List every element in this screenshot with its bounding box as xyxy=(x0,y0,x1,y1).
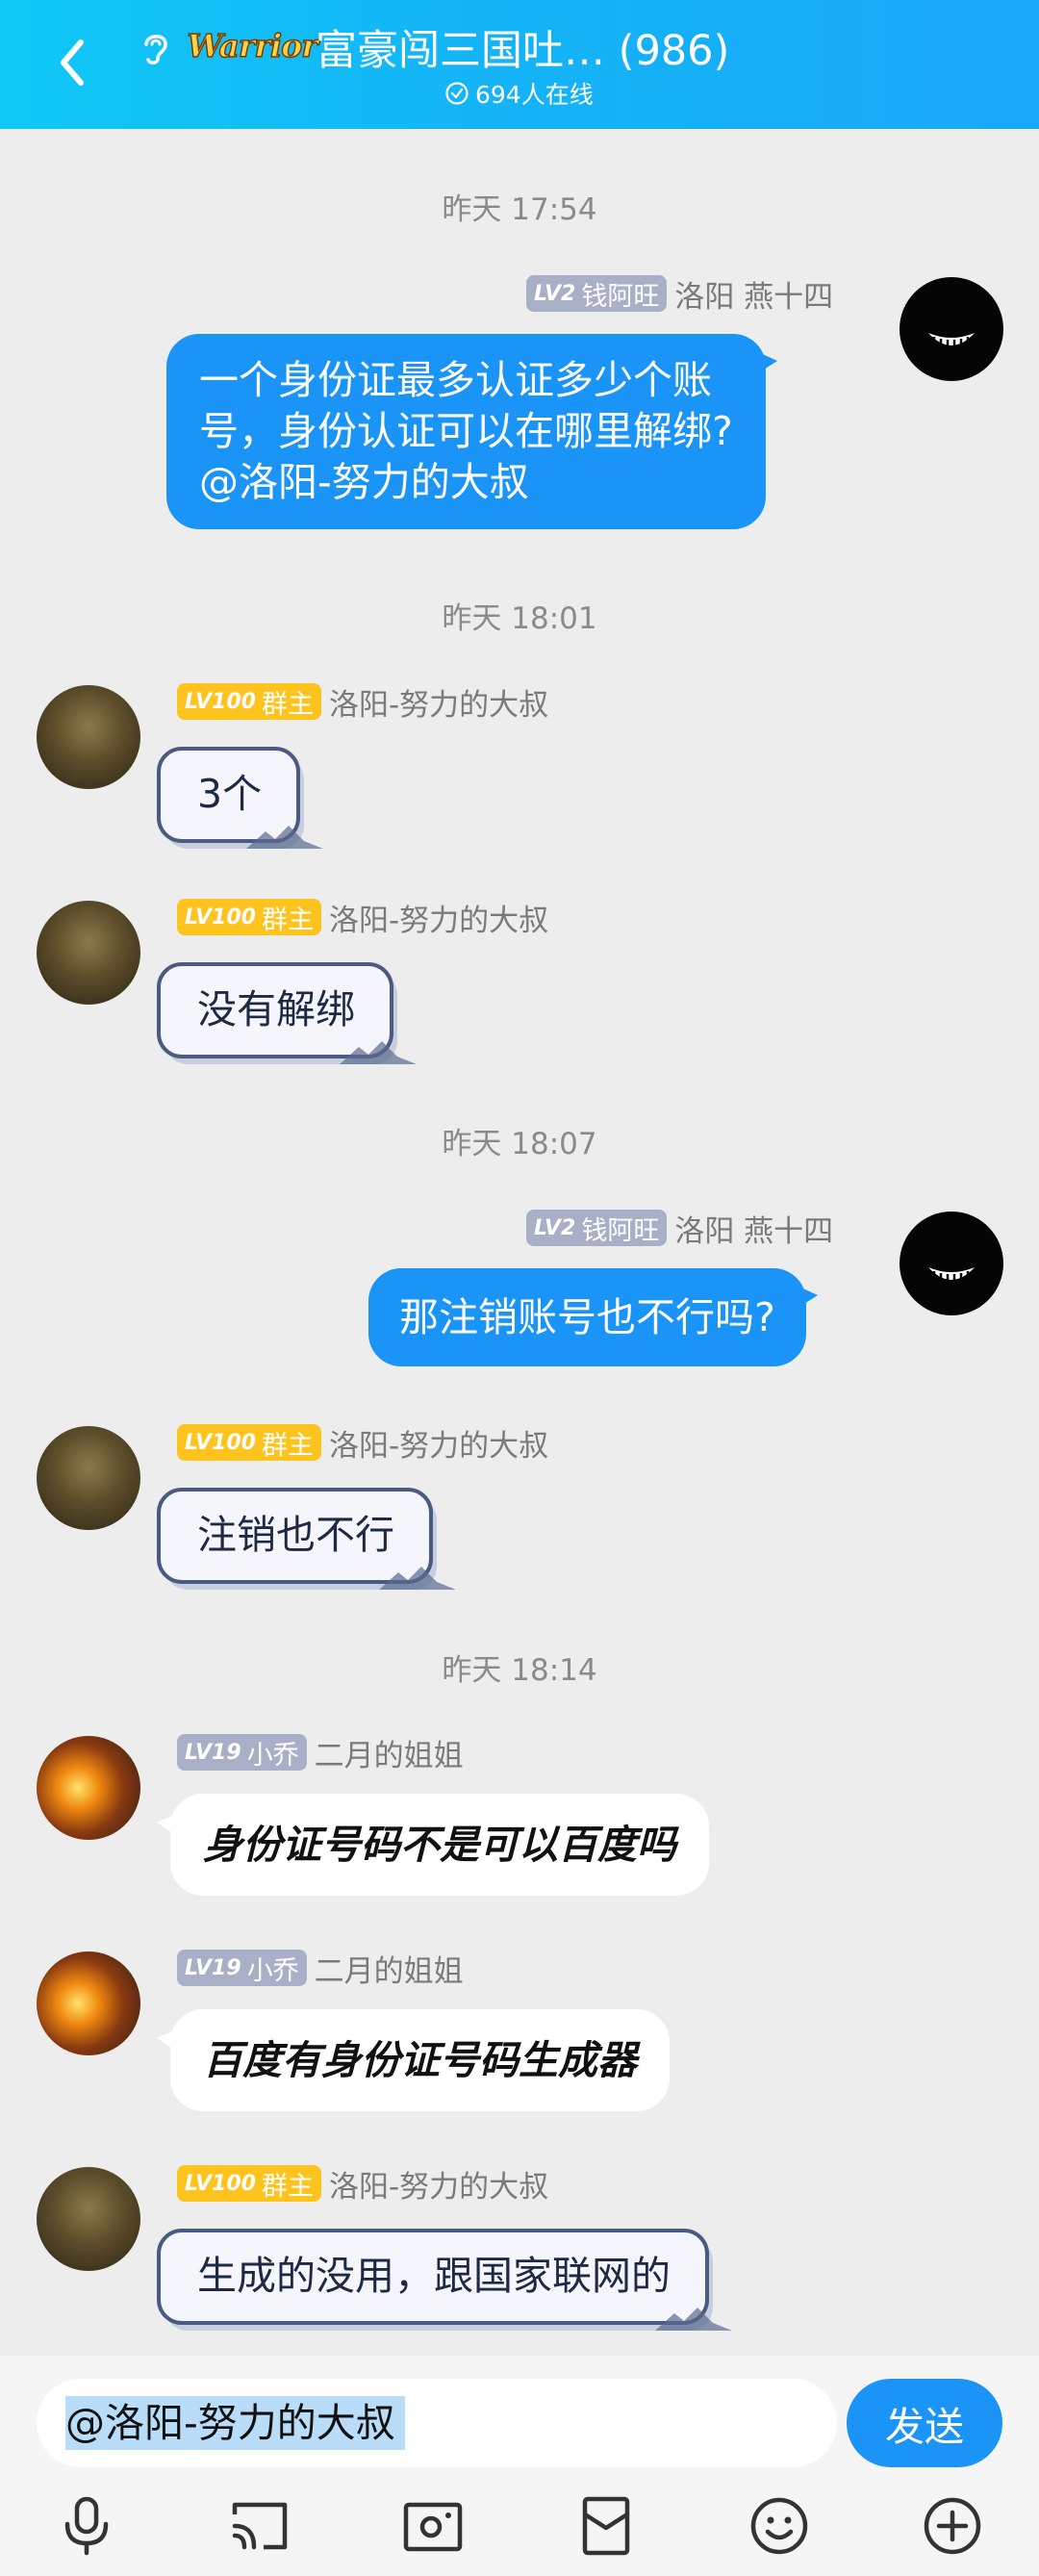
message-text: 那注销账号也不行吗? xyxy=(399,1294,775,1340)
mountain-decoration-icon xyxy=(340,1041,417,1064)
avatar[interactable] xyxy=(37,2167,140,2271)
title-label: 群主 xyxy=(261,1430,314,1461)
message-text: 生成的没用，跟国家联网的 xyxy=(197,2253,671,2299)
level-title-badge: LV100 群主 xyxy=(177,2165,321,2202)
avatar[interactable] xyxy=(37,1426,140,1530)
avatar[interactable] xyxy=(900,1211,1003,1315)
redpacket-icon[interactable] xyxy=(572,2492,640,2560)
level-title-badge: LV19 小乔 xyxy=(177,1734,307,1771)
timestamp: 昨天 17:54 xyxy=(442,192,597,227)
level-label: LV2 xyxy=(534,1215,576,1240)
back-button[interactable] xyxy=(46,37,98,89)
sender-meta: LV100 群主 洛阳-努力的大叔 xyxy=(177,2162,548,2206)
message-bubble[interactable]: 百度有身份证号码生成器 xyxy=(157,2009,670,2111)
message-bubble[interactable]: 那注销账号也不行吗? xyxy=(368,1268,818,1366)
sender-meta: LV100 群主 洛阳-努力的大叔 xyxy=(177,896,548,939)
mic-icon[interactable] xyxy=(53,2492,120,2560)
online-count-label: 694人在线 xyxy=(475,81,594,109)
message-text: 百度有身份证号码生成器 xyxy=(203,2037,637,2083)
level-label: LV100 xyxy=(185,689,256,714)
level-title-badge: LV100 群主 xyxy=(177,683,321,720)
mountain-decoration-icon xyxy=(246,826,324,849)
group-logo: Warrior xyxy=(187,26,319,65)
level-title-badge: LV19 小乔 xyxy=(177,1950,307,1986)
sender-meta: LV100 群主 洛阳-努力的大叔 xyxy=(177,680,548,724)
cast-icon[interactable] xyxy=(226,2492,293,2560)
sender-meta: LV2 钱阿旺 洛阳 燕十四 xyxy=(526,1207,833,1250)
title-label: 群主 xyxy=(261,689,314,720)
avatar[interactable] xyxy=(37,1951,140,2055)
sender-name[interactable]: 洛阳 燕十四 xyxy=(674,272,833,316)
level-title-badge: LV100 群主 xyxy=(177,899,321,935)
title-label: 群主 xyxy=(261,2171,314,2202)
message-bubble[interactable]: 身份证号码不是可以百度吗 xyxy=(157,1794,709,1896)
message-line: 一个身份证最多认证多少个账 xyxy=(199,357,712,403)
message-text: 3个 xyxy=(197,771,263,817)
title-label: 小乔 xyxy=(246,1740,299,1771)
avatar[interactable] xyxy=(37,685,140,789)
avatar[interactable] xyxy=(37,901,140,1005)
title-label: 小乔 xyxy=(246,1955,299,1986)
level-label: LV19 xyxy=(185,1740,241,1765)
message-line: @洛阳-努力的大叔 xyxy=(199,459,529,505)
sender-name[interactable]: 洛阳-努力的大叔 xyxy=(329,680,548,724)
timestamp: 昨天 18:07 xyxy=(442,1127,597,1161)
message-text: 注销也不行 xyxy=(197,1512,394,1558)
timestamp: 昨天 18:01 xyxy=(442,601,597,636)
sender-meta: LV19 小乔 二月的姐姐 xyxy=(177,1947,464,1990)
message-input[interactable]: @洛阳-努力的大叔 xyxy=(37,2379,837,2467)
level-label: LV2 xyxy=(534,281,576,306)
message-text: 身份证号码不是可以百度吗 xyxy=(203,1822,676,1868)
message-text: 没有解绑 xyxy=(197,986,355,1033)
avatar[interactable] xyxy=(900,277,1003,381)
sender-meta: LV19 小乔 二月的姐姐 xyxy=(177,1731,464,1774)
timestamp: 昨天 18:14 xyxy=(442,1653,597,1688)
photo-icon[interactable] xyxy=(399,2492,467,2560)
message-bubble[interactable]: 没有解绑 xyxy=(157,962,417,1064)
sender-name[interactable]: 洛阳-努力的大叔 xyxy=(329,1421,548,1465)
message-line: 号，身份认证可以在哪里解绑? xyxy=(199,408,733,454)
message-bubble[interactable]: 3个 xyxy=(157,747,324,849)
message-bubble[interactable]: 生成的没用，跟国家联网的 xyxy=(157,2229,732,2331)
plus-icon[interactable] xyxy=(919,2492,986,2560)
ear-icon[interactable] xyxy=(135,27,177,69)
grin-avatar-icon xyxy=(928,1267,975,1284)
level-label: LV19 xyxy=(185,1955,241,1980)
message-bubble[interactable]: 一个身份证最多认证多少个账 号，身份认证可以在哪里解绑? @洛阳-努力的大叔 xyxy=(166,334,777,529)
level-title-badge: LV2 钱阿旺 xyxy=(526,1210,668,1246)
sender-meta: LV2 钱阿旺 洛阳 燕十四 xyxy=(526,272,833,316)
sender-name[interactable]: 二月的姐姐 xyxy=(315,1947,464,1990)
sender-name[interactable]: 洛阳-努力的大叔 xyxy=(329,896,548,939)
sender-name[interactable]: 洛阳-努力的大叔 xyxy=(329,2162,548,2206)
level-label: LV100 xyxy=(185,905,256,930)
message-input-text[interactable]: @洛阳-努力的大叔 xyxy=(65,2396,405,2450)
emoji-icon[interactable] xyxy=(746,2492,813,2560)
level-title-badge: LV100 群主 xyxy=(177,1424,321,1461)
send-button[interactable]: 发送 xyxy=(847,2379,1002,2467)
avatar[interactable] xyxy=(37,1736,140,1840)
sender-name[interactable]: 洛阳 燕十四 xyxy=(674,1207,833,1250)
online-count[interactable]: 694人在线 xyxy=(444,77,594,110)
level-label: LV100 xyxy=(185,1430,256,1455)
chat-header: Warrior 富豪闯三国吐… (986) 694人在线 xyxy=(0,0,1039,129)
level-title-badge: LV2 钱阿旺 xyxy=(526,275,668,312)
input-bar: @洛阳-努力的大叔 发送 xyxy=(0,2356,1039,2576)
grin-avatar-icon xyxy=(928,333,975,349)
title-label: 钱阿旺 xyxy=(581,281,660,312)
sender-name[interactable]: 二月的姐姐 xyxy=(315,1731,464,1774)
title-label: 群主 xyxy=(261,905,314,935)
level-label: LV100 xyxy=(185,2171,256,2196)
mountain-decoration-icon xyxy=(655,2308,732,2331)
mountain-decoration-icon xyxy=(379,1567,456,1590)
sender-meta: LV100 群主 洛阳-努力的大叔 xyxy=(177,1421,548,1465)
message-bubble[interactable]: 注销也不行 xyxy=(157,1488,456,1590)
chevron-left-icon xyxy=(61,39,84,86)
group-title[interactable]: 富豪闯三国吐… (986) xyxy=(316,17,729,77)
title-label: 钱阿旺 xyxy=(581,1215,660,1246)
check-circle-icon xyxy=(445,82,469,105)
